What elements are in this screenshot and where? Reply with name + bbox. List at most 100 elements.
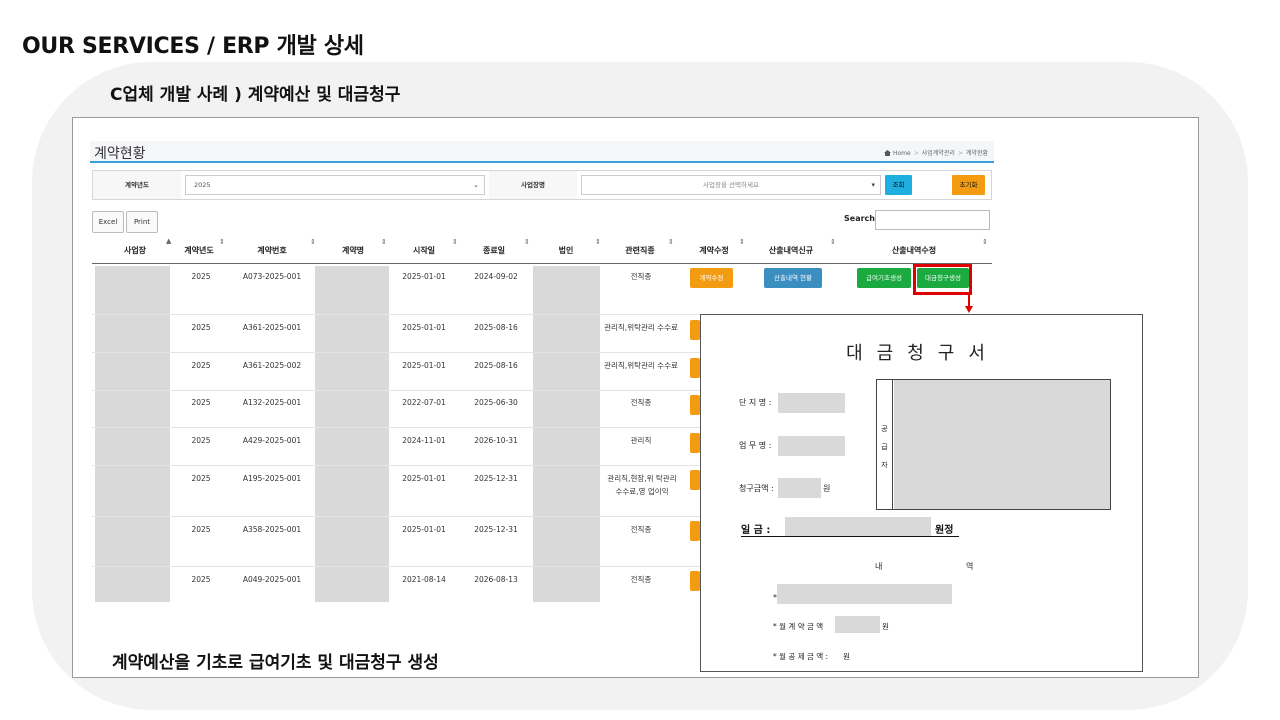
th-year[interactable]: 계약년도 [174,238,224,263]
th-job[interactable]: 관련직종 [602,238,678,263]
app-header: 계약현황 Home > 사업계약관리 > 계약현황 [90,141,994,163]
cell-contract-no: A073-2025-001 [242,272,302,281]
supplier-box: 공 급 자 [876,379,1111,510]
sort-icon: ⇕ [595,238,601,246]
cell-contract-no: A361-2025-001 [242,323,302,332]
th-contract-name[interactable]: 계약명 [316,238,390,263]
edit-contract-button[interactable]: 계약수정 [690,268,733,288]
cell-end: 2026-08-13 [474,575,518,584]
cell-year: 2025 [191,323,211,332]
complex-label: 단 지 명 : [739,398,772,407]
cell-year: 2025 [191,361,211,370]
redacted-ilgum [785,517,931,537]
redacted-amount [778,478,821,498]
sort-icon: ⇕ [524,238,530,246]
slide: OUR SERVICES / ERP 개발 상세 C업체 개발 사례 ) 계약예… [0,0,1280,720]
year-label: 계약년도 [93,171,181,199]
search-button[interactable]: 조회 [885,175,912,195]
arrow-down-icon [965,306,973,313]
cell-end: 2024-09-02 [474,272,518,281]
th-contract-no[interactable]: 계약번호 [228,238,316,263]
th-start[interactable]: 시작일 [390,238,458,263]
cell-contract-no: A132-2025-001 [242,398,302,407]
sort-icon: ⇕ [310,238,316,246]
cell-end: 2025-08-16 [474,361,518,370]
cell-end: 2025-06-30 [474,398,518,407]
year-select-value: 2025 [194,181,211,189]
cell-start: 2025-01-01 [402,474,446,483]
cell-job: 관리직,위탁관리 수수료 [604,361,678,370]
cell-job: 전직종 [630,525,652,534]
site-select[interactable]: 사업장을 선택하세요 ▾ [581,175,881,195]
search-input[interactable] [875,210,990,230]
filter-bar: 계약년도 2025 ⌄ 사업장명 사업장을 선택하세요 ▾ 조회 초기화 [92,170,992,200]
sort-icon: ⇕ [739,238,745,246]
cell-end: 2025-08-16 [474,323,518,332]
cell-contract-no: A195-2025-001 [242,474,302,483]
sort-icon: ⇕ [668,238,674,246]
edit-contract-button[interactable] [690,571,700,591]
cell-year: 2025 [191,272,211,281]
sort-icon: ⇕ [219,238,225,246]
redacted-supplier [894,380,1110,509]
amount-won: 원 [823,484,831,493]
highlight-box [913,264,972,295]
case-title: C업체 개발 사례 ) 계약예산 및 대금청구 [110,85,401,105]
amount-label: 청구금액 : [739,484,774,493]
cell-contract-no: A429-2025-001 [242,436,302,445]
edit-contract-button[interactable] [690,521,700,541]
app-title: 계약현황 [94,146,146,162]
edit-contract-button[interactable] [690,395,700,415]
edit-contract-button[interactable] [690,320,700,340]
sort-asc-icon: ▲ [166,237,172,245]
th-edit[interactable]: 계약수정 [682,238,746,263]
supplier-char: 급 [881,443,888,451]
cell-year: 2025 [191,525,211,534]
invoice-document: 대금청구서 공 급 자 단 지 명 : 업 무 명 : 청구금액 : 원 일 금… [700,314,1143,672]
excel-button[interactable]: Excel [92,211,124,233]
edit-contract-button[interactable] [690,358,700,378]
cell-start: 2025-01-01 [402,272,446,281]
th-calc-edit[interactable]: 산출내역수정 [844,238,984,263]
redacted-monthly-contract [835,616,880,633]
cell-contract-no: A358-2025-001 [242,525,302,534]
monthly-contract-label: * 월 계 약 금 액 [773,622,824,631]
sort-icon: ⇕ [830,238,836,246]
edit-contract-button[interactable] [690,433,700,453]
edit-contract-button[interactable] [690,470,700,490]
table-header: 사업장 ▲ 계약년도 ⇕ 계약번호 ⇕ 계약명 ⇕ 시작일 ⇕ 종료일 ⇕ 법인… [92,237,992,264]
redacted-name-column [315,266,389,602]
cell-start: 2025-01-01 [402,323,446,332]
sort-icon: ⇕ [381,238,387,246]
cell-end: 2025-12-31 [474,474,518,483]
monthly-deduct-won: 원 [843,652,850,661]
cell-job: 전직종 [630,272,652,281]
th-calc-new[interactable]: 산출내역신규 [748,238,834,263]
reset-button[interactable]: 초기화 [952,175,985,195]
sort-icon: ⇕ [452,238,458,246]
wonjung-label: 원정 [935,521,954,537]
cell-start: 2025-01-01 [402,525,446,534]
task-label: 업 무 명 : [739,441,772,450]
detail-label-left: 내 [875,562,883,571]
search-label: Search: [844,214,879,223]
cell-year: 2025 [191,436,211,445]
breadcrumb: Home > 사업계약관리 > 계약현황 [884,148,988,157]
cell-job: 관리직 [630,436,652,445]
year-select[interactable]: 2025 ⌄ [185,175,485,195]
breadcrumb-current: 계약현황 [965,150,988,157]
print-button[interactable]: Print [126,211,158,233]
detail-label-right: 역 [966,562,974,571]
salary-base-button[interactable]: 급여기초생성 [857,268,911,288]
breadcrumb-section[interactable]: 사업계약관리 [922,150,955,157]
cell-end: 2025-12-31 [474,525,518,534]
site-label: 사업장명 [489,171,577,199]
home-icon [884,150,891,156]
calc-status-button[interactable]: 산출내역 현황 [764,268,822,288]
th-end[interactable]: 종료일 [460,238,528,263]
th-corp[interactable]: 법인 [532,238,600,263]
breadcrumb-home[interactable]: Home [893,150,911,157]
bottom-caption: 계약예산을 기초로 급여기초 및 대금청구 생성 [112,653,439,673]
th-site[interactable]: 사업장 [96,238,174,263]
chevron-down-icon: ▾ [871,181,875,189]
